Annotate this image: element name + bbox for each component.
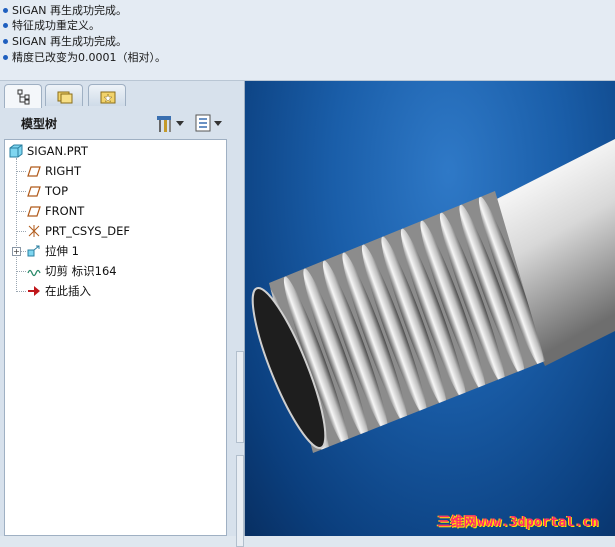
tree-connector: [16, 191, 26, 192]
message-text: SIGAN 再生成功完成。: [12, 4, 127, 17]
cut-sweep-icon: [27, 269, 41, 277]
tree-connector: [16, 211, 26, 212]
tree-node-label: SIGAN.PRT: [27, 144, 88, 158]
datum-plane-icon: [27, 186, 41, 197]
model-tree-header: 模型树: [4, 109, 238, 137]
coordinate-system-icon: [28, 225, 40, 237]
message-line: SIGAN 再生成功完成。: [0, 34, 127, 49]
tree-node-label: 拉伸 1: [45, 244, 79, 258]
datum-plane-icon: [27, 206, 41, 217]
extrude-icon: [27, 245, 40, 257]
tree-node-label: 在此插入: [45, 284, 91, 298]
panel-collapse-handle[interactable]: [236, 455, 244, 547]
message-bullet-icon: [3, 23, 8, 28]
datum-plane-icon: [27, 166, 41, 177]
message-text: 精度已改变为0.0001（相对）。: [12, 51, 166, 64]
message-text: 特征成功重定义。: [12, 19, 100, 32]
part-icon: [9, 144, 23, 158]
message-line: 特征成功重定义。: [0, 18, 100, 33]
tree-node-label: RIGHT: [45, 164, 81, 178]
message-line: SIGAN 再生成功完成。: [0, 3, 127, 18]
model-tree-title: 模型树: [21, 117, 58, 131]
expand-toggle-icon[interactable]: +: [12, 247, 21, 256]
tab-favorites[interactable]: [88, 84, 126, 106]
settings-button[interactable]: [156, 113, 186, 133]
show-options-icon: [195, 114, 211, 132]
tree-connector: [16, 231, 26, 232]
threaded-rod-model: [251, 139, 615, 453]
message-text: SIGAN 再生成功完成。: [12, 35, 127, 48]
tab-folder-browser[interactable]: [45, 84, 83, 106]
tree-node-label: FRONT: [45, 204, 85, 218]
model-tree: SIGAN.PRT RIGHT TOP FRONT PRT_CSYS_DEF 拉…: [4, 139, 227, 536]
panel-splitter-handle[interactable]: [236, 351, 244, 443]
watermark-text: 三维网www.3dportal.cn: [437, 515, 599, 530]
message-area: SIGAN 再生成功完成。 特征成功重定义。 SIGAN 再生成功完成。 精度已…: [0, 0, 615, 81]
tree-connector: [16, 171, 26, 172]
message-line: 精度已改变为0.0001（相对）。: [0, 50, 166, 65]
chevron-down-icon: [214, 121, 222, 126]
message-bullet-icon: [3, 8, 8, 13]
folder-browser-tab-icon: [57, 91, 73, 104]
tree-node-label: PRT_CSYS_DEF: [45, 224, 131, 238]
message-bullet-icon: [3, 55, 8, 60]
model-tree-tab-icon: [17, 89, 30, 105]
favorites-tab-icon: [100, 91, 116, 104]
chevron-down-icon: [176, 121, 184, 126]
show-button[interactable]: [194, 113, 224, 133]
settings-tools-icon: [157, 116, 171, 132]
navigator-panel: 模型树 SIGAN.PRT RIGHT TOP FRONT PRT_CSYS_D…: [0, 81, 245, 547]
tree-node-label: TOP: [45, 184, 69, 198]
tree-node-label: 切剪 标识164: [45, 264, 117, 278]
tab-model-tree[interactable]: [4, 84, 42, 108]
insert-here-arrow-icon: [28, 286, 40, 296]
graphics-viewport[interactable]: 三维网www.3dportal.cn: [245, 81, 615, 536]
tree-connector: [16, 271, 26, 272]
message-bullet-icon: [3, 39, 8, 44]
tree-connector: [16, 291, 26, 292]
